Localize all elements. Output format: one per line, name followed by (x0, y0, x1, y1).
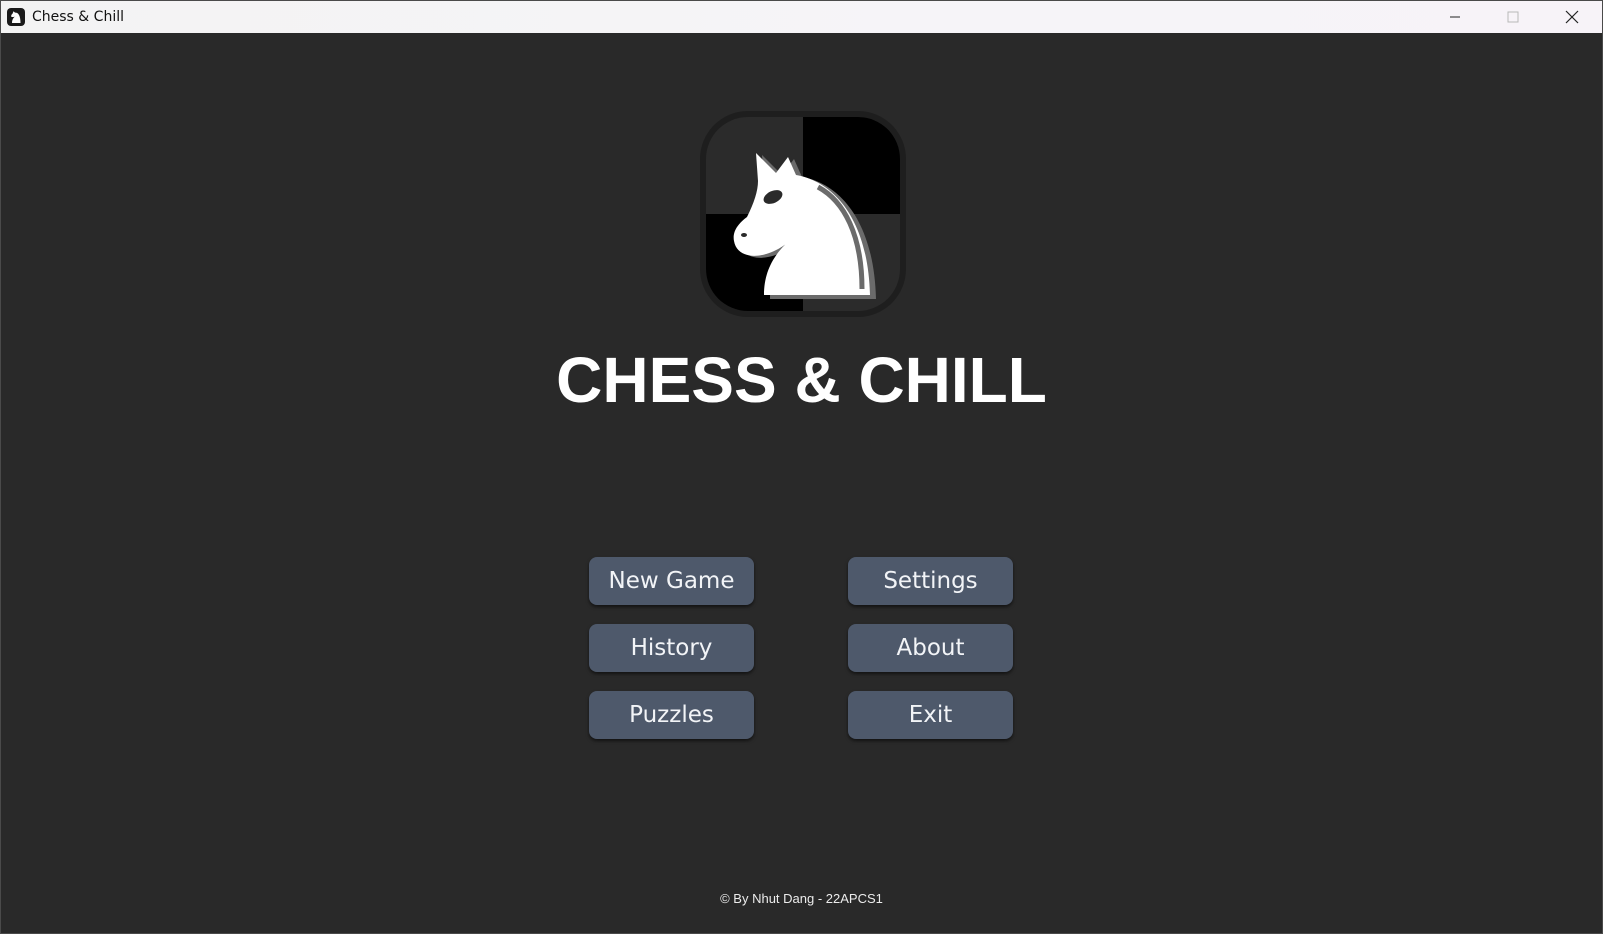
settings-button[interactable]: Settings (848, 557, 1013, 605)
close-button[interactable] (1543, 1, 1601, 33)
about-button[interactable]: About (848, 624, 1013, 672)
app-title: CHESS & CHILL (556, 344, 1047, 416)
puzzles-button[interactable]: Puzzles (589, 691, 754, 739)
minimize-button[interactable] (1426, 1, 1484, 33)
footer-credit: © By Nhut Dang - 22APCS1 (720, 891, 883, 906)
minimize-icon (1450, 16, 1460, 18)
maximize-button[interactable] (1484, 1, 1542, 33)
exit-button[interactable]: Exit (848, 691, 1013, 739)
window-title: Chess & Chill (32, 9, 124, 25)
maximize-icon (1507, 11, 1519, 23)
knight-icon (7, 8, 25, 26)
title-bar[interactable]: Chess & Chill (1, 1, 1602, 33)
main-content: CHESS & CHILL New Game Settings History … (1, 33, 1602, 933)
app-window: Chess & Chill CHESS & CHILL New Game Set… (0, 0, 1603, 934)
new-game-button[interactable]: New Game (589, 557, 754, 605)
knight-logo (698, 109, 908, 319)
history-button[interactable]: History (589, 624, 754, 672)
close-icon (1565, 10, 1579, 24)
